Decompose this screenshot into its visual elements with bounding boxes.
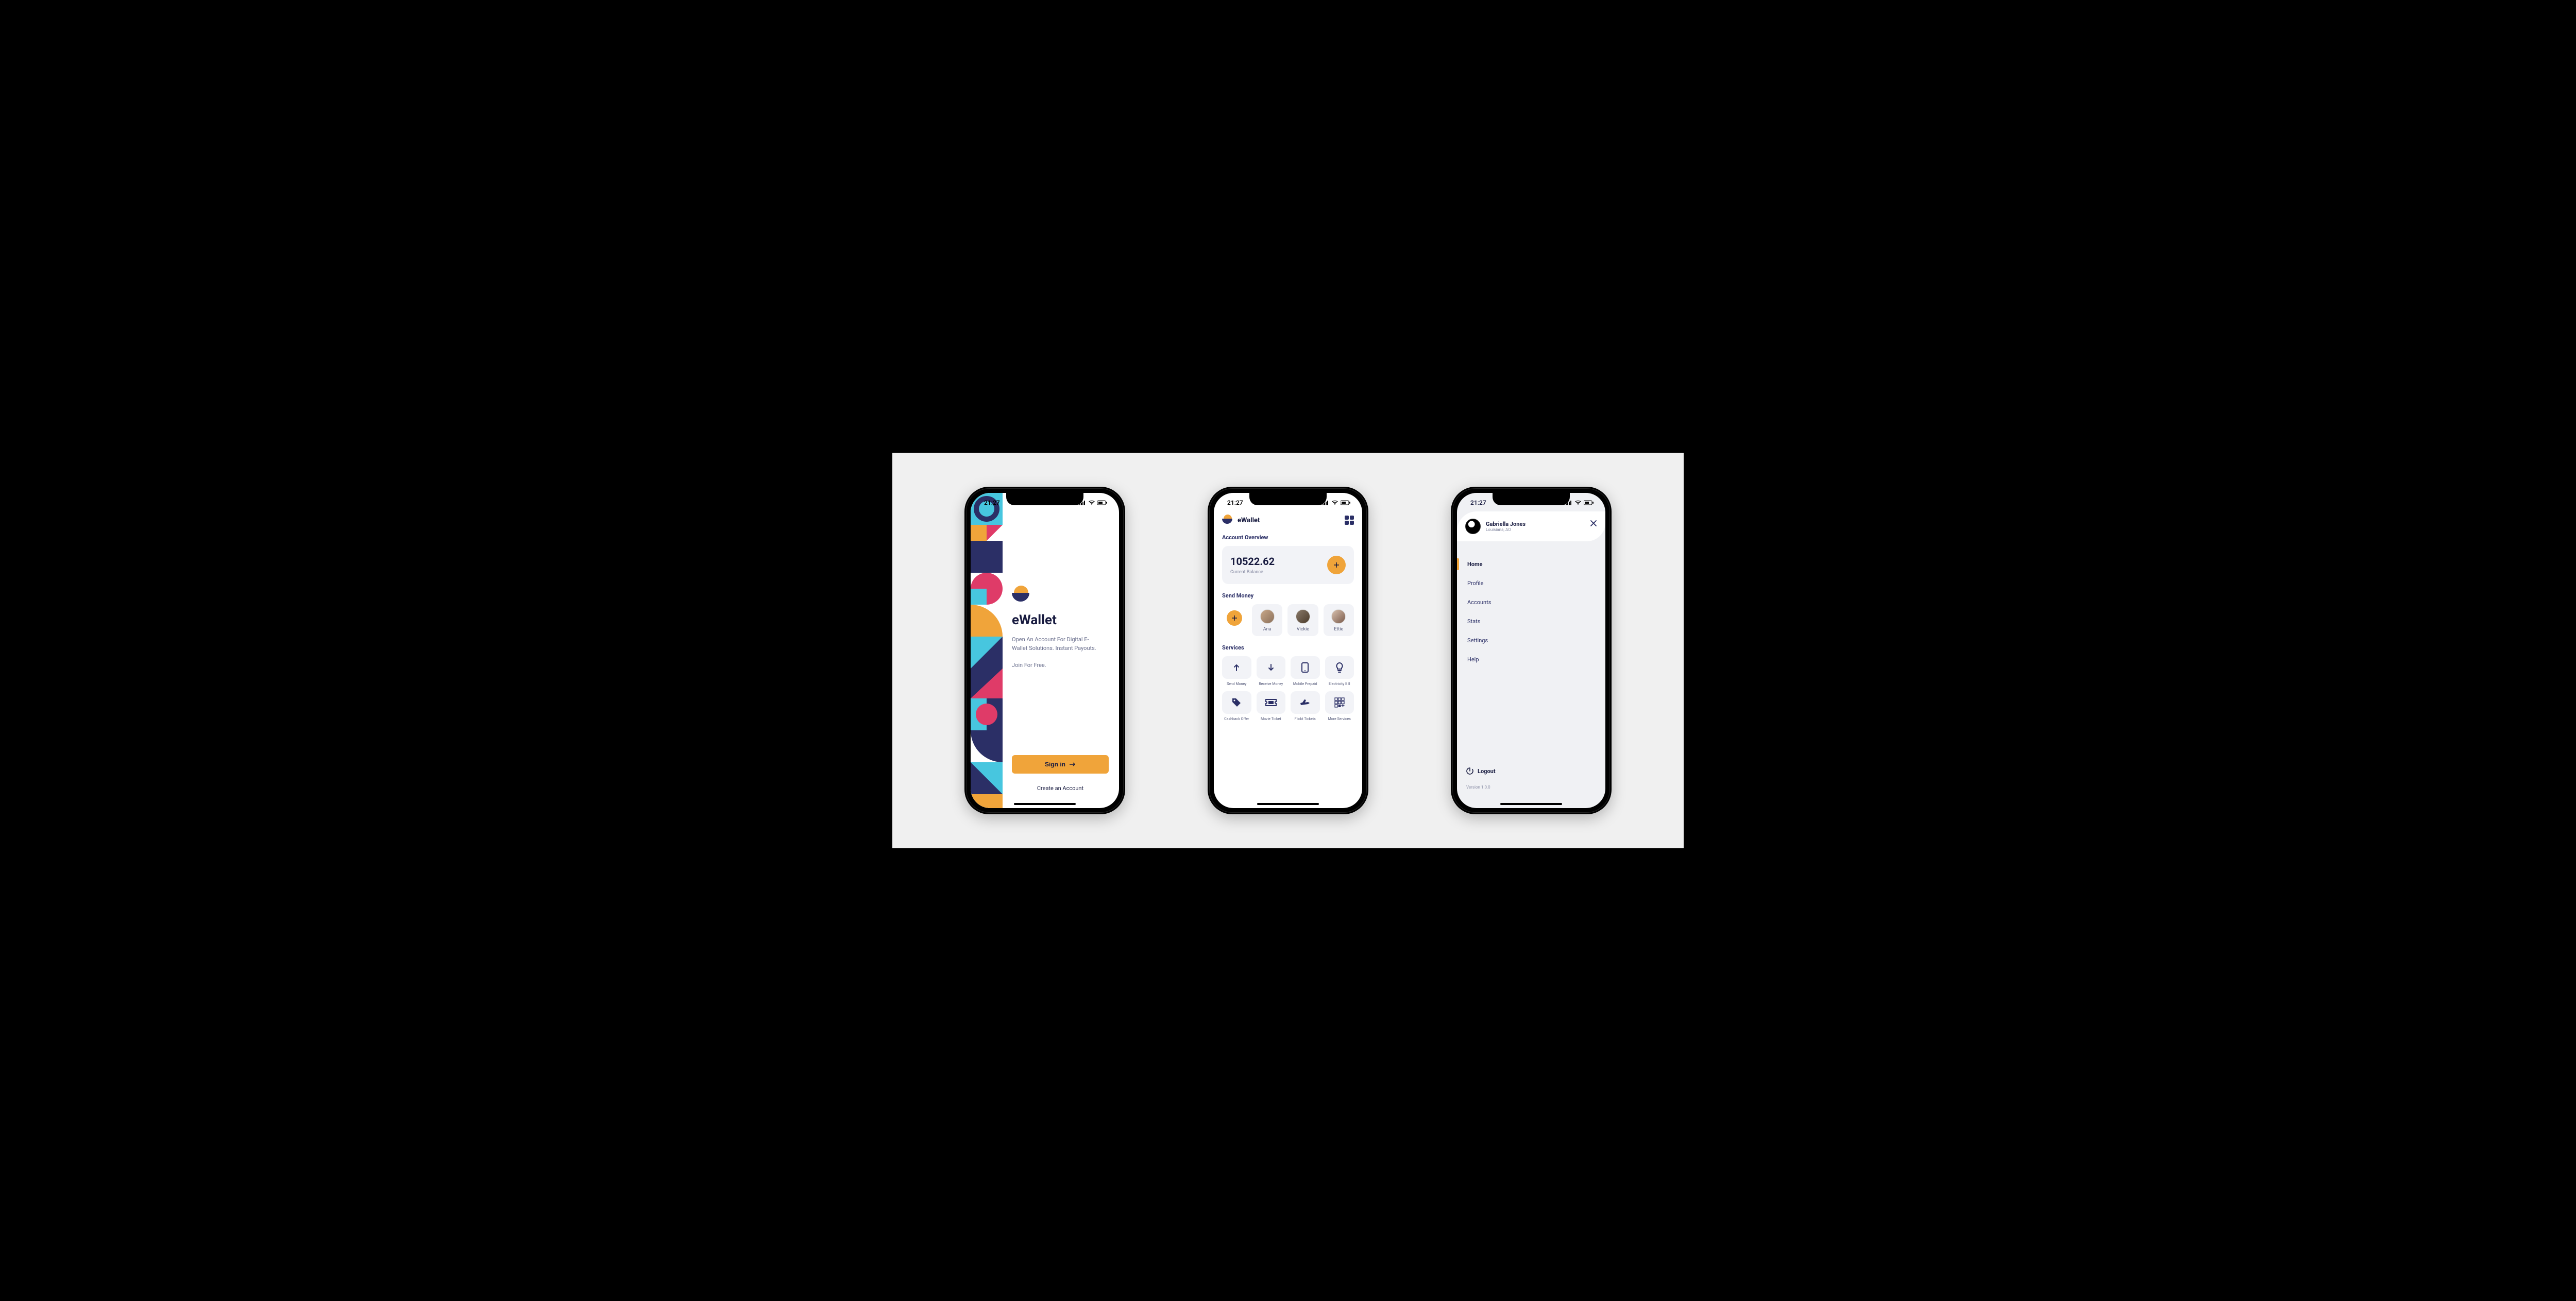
contact-name: Vickie — [1297, 627, 1309, 632]
service-label: More Services — [1325, 717, 1354, 721]
home-indicator[interactable] — [1257, 803, 1319, 805]
logout-label: Logout — [1478, 768, 1496, 775]
service-label: Mobile Prepaid — [1291, 682, 1320, 686]
status-icons — [1322, 500, 1351, 505]
avatar — [1296, 609, 1310, 624]
drawer-item-settings[interactable]: Settings — [1457, 636, 1605, 645]
profile-name: Gabriella Jones — [1486, 521, 1526, 527]
service-label: Cashback Offer — [1222, 717, 1251, 721]
add-funds-button[interactable] — [1327, 556, 1346, 574]
phone-frame-dashboard: 21:27 eWallet Account Ove — [1208, 487, 1368, 814]
avatar — [1260, 609, 1275, 624]
battery-icon — [1341, 500, 1351, 505]
service-label: Movie Ticket — [1257, 717, 1286, 721]
service-label: Send Money — [1222, 682, 1251, 686]
decorative-art-strip — [971, 493, 1003, 808]
service-cashback-offer[interactable]: Cashback Offer — [1222, 691, 1251, 721]
service-receive-money[interactable]: Receive Money — [1257, 656, 1286, 686]
drawer-item-help[interactable]: Help — [1457, 655, 1605, 664]
ticket-icon — [1265, 699, 1277, 706]
brand: eWallet — [1222, 515, 1260, 526]
version-text: Version 1.0.0 — [1466, 785, 1596, 790]
services-title: Services — [1222, 644, 1354, 651]
home-indicator[interactable] — [1500, 803, 1562, 805]
mobile-icon — [1301, 662, 1309, 673]
menu-grid-icon[interactable] — [1345, 516, 1354, 525]
avatar — [1331, 609, 1346, 624]
status-time: 21:27 — [984, 499, 1000, 506]
logout-button[interactable]: Logout — [1466, 767, 1596, 775]
notch — [1006, 493, 1083, 505]
sign-in-button[interactable]: Sign in — [1012, 755, 1109, 774]
contact-name: Ana — [1263, 627, 1272, 632]
drawer-item-home[interactable]: Home — [1457, 560, 1605, 569]
battery-icon — [1097, 500, 1108, 505]
service-label: Electricity Bill — [1325, 682, 1354, 686]
wifi-icon — [1088, 500, 1095, 505]
overview-title: Account Overview — [1222, 534, 1354, 541]
battery-icon — [1584, 500, 1594, 505]
balance-label: Current Balance — [1230, 570, 1275, 575]
home-indicator[interactable] — [1014, 803, 1076, 805]
tagline-text: Open An Account For Digital E-Wallet Sol… — [1012, 635, 1099, 653]
subline-text: Join For Free. — [1012, 662, 1109, 669]
screen-drawer: 21:27 Gabriella Jones Louisiana, AO — [1457, 493, 1605, 808]
close-drawer-button[interactable] — [1590, 520, 1597, 527]
arrow-right-icon — [1070, 762, 1076, 766]
contact-name: Ettie — [1334, 627, 1343, 632]
status-time: 21:27 — [1470, 499, 1486, 506]
add-contact-button[interactable] — [1227, 610, 1242, 626]
plus-icon — [1333, 561, 1340, 569]
wifi-icon — [1331, 500, 1338, 505]
notch — [1249, 493, 1327, 505]
service-flight-tickets[interactable]: Flickt Tickets — [1291, 691, 1320, 721]
contact-ettie[interactable]: Ettie — [1324, 604, 1354, 636]
screen-dashboard: 21:27 eWallet Account Ove — [1214, 493, 1362, 808]
app-logo — [1222, 515, 1233, 526]
status-time: 21:27 — [1227, 499, 1243, 506]
bulb-icon — [1335, 662, 1344, 673]
create-account-link[interactable]: Create an Account — [1012, 785, 1109, 792]
app-logo — [1012, 586, 1031, 605]
status-icons — [1079, 500, 1108, 505]
profile-avatar — [1465, 519, 1481, 534]
service-label: Receive Money — [1257, 682, 1286, 686]
service-electricity-bill[interactable]: Electricity Bill — [1325, 656, 1354, 686]
balance-amount: 10522.62 — [1230, 555, 1275, 568]
wifi-icon — [1574, 500, 1582, 505]
plus-icon — [1231, 615, 1238, 621]
contact-ana[interactable]: Ana — [1252, 604, 1282, 636]
profile-card[interactable]: Gabriella Jones Louisiana, AO — [1457, 511, 1605, 541]
mockup-canvas: 21:27 — [892, 453, 1684, 848]
drawer-item-accounts[interactable]: Accounts — [1457, 598, 1605, 607]
service-mobile-prepaid[interactable]: Mobile Prepaid — [1291, 656, 1320, 686]
contact-vickie[interactable]: Vickie — [1287, 604, 1318, 636]
grid-add-icon — [1334, 697, 1345, 708]
screen-onboarding: 21:27 — [971, 493, 1119, 808]
service-send-money[interactable]: Send Money — [1222, 656, 1251, 686]
sign-in-label: Sign in — [1045, 761, 1065, 768]
drawer-item-profile[interactable]: Profile — [1457, 579, 1605, 588]
arrow-up-icon — [1232, 663, 1241, 672]
logout-icon — [1466, 767, 1473, 775]
notch — [1493, 493, 1570, 505]
send-money-title: Send Money — [1222, 592, 1354, 599]
arrow-down-icon — [1266, 663, 1276, 672]
status-icons — [1565, 500, 1594, 505]
close-icon — [1590, 520, 1597, 527]
service-more-services[interactable]: More Services — [1325, 691, 1354, 721]
service-label: Flickt Tickets — [1291, 717, 1320, 721]
app-name: eWallet — [1238, 517, 1260, 524]
drawer-item-stats[interactable]: Stats — [1457, 617, 1605, 626]
balance-card: 10522.62 Current Balance — [1222, 546, 1354, 584]
profile-location: Louisiana, AO — [1486, 527, 1526, 532]
app-title: eWallet — [1012, 612, 1109, 628]
phone-frame-onboarding: 21:27 — [964, 487, 1125, 814]
plane-icon — [1299, 698, 1311, 707]
tag-icon — [1231, 697, 1242, 708]
phone-frame-drawer: 21:27 Gabriella Jones Louisiana, AO — [1451, 487, 1612, 814]
service-movie-ticket[interactable]: Movie Ticket — [1257, 691, 1286, 721]
